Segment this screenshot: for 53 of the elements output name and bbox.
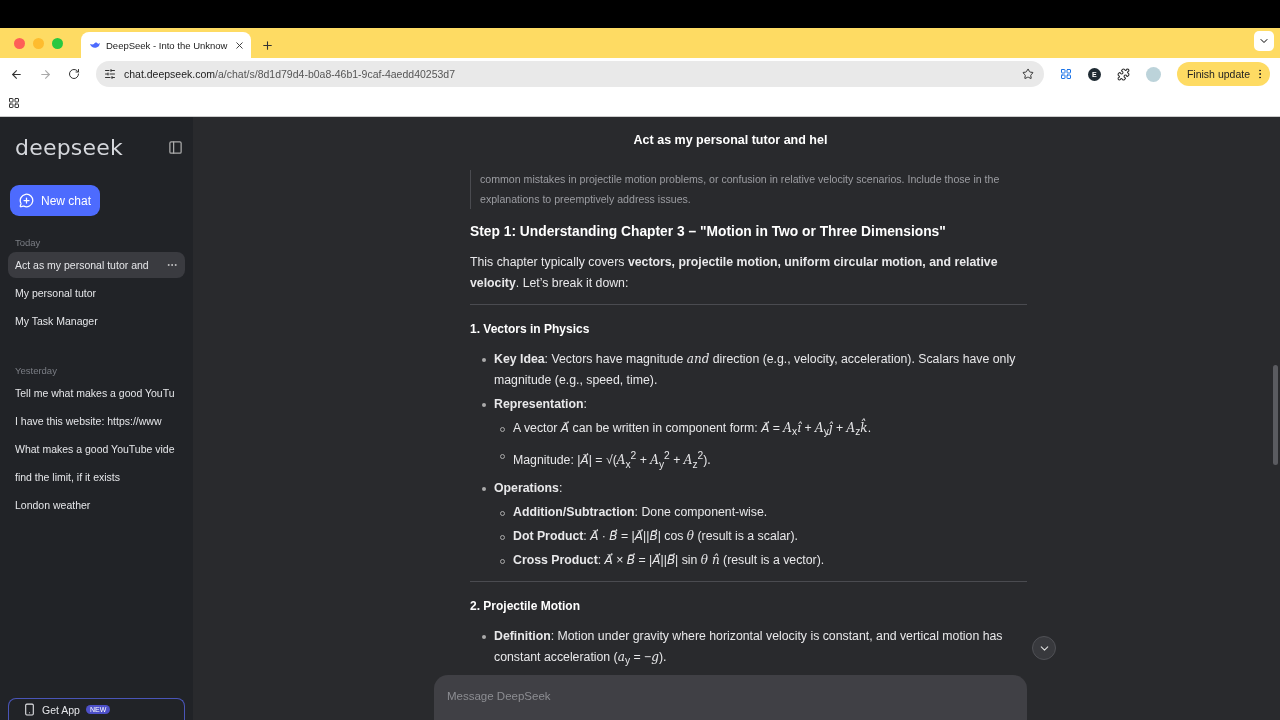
- date-group-label: Today: [14, 237, 42, 248]
- extension-icon[interactable]: [1059, 68, 1072, 80]
- section-heading: 2. Projectile Motion: [470, 598, 581, 615]
- tab-title: DeepSeek - Into the Unknow: [106, 39, 229, 51]
- bullet-icon: [482, 635, 486, 639]
- bullet-icon: [482, 358, 486, 362]
- finish-update-button[interactable]: Finish update: [1176, 62, 1270, 86]
- new-tab-icon[interactable]: [261, 39, 274, 52]
- list-item-text: Addition/Subtraction: Done component-wise.: [513, 504, 769, 521]
- list-item-text: Representation:: [494, 396, 588, 413]
- chat-history-item[interactable]: find the limit, if it exists: [8, 464, 185, 490]
- site-settings-icon[interactable]: [104, 68, 116, 80]
- list-item-text: Definition: Motion under gravity where horizontal velocity is constant, and vertical motion has constant acceleration (a$_{y}$ = −g).: [494, 628, 1004, 669]
- chat-history-item[interactable]: What makes a good YouTube vide: [8, 436, 185, 462]
- section-heading: 1. Vectors in Physics: [470, 321, 591, 338]
- reload-icon[interactable]: [68, 68, 80, 80]
- chat-history-item[interactable]: Act as my personal tutor and: [8, 252, 185, 278]
- list-item-text: Operations:: [494, 480, 564, 497]
- list-item-text: A vector A⃗ can be written in component form: A⃗ = A$_{x}$î + A$_{y}$ĵ + A$_{z}$k̂.: [513, 418, 1027, 443]
- date-group-label: Yesterday: [14, 365, 58, 376]
- back-icon[interactable]: [10, 67, 23, 81]
- browser-tab[interactable]: DeepSeek - Into the Unknow: [81, 32, 251, 58]
- bullet-icon: [482, 487, 486, 491]
- bullet-icon: [482, 403, 486, 407]
- bookmark-star-icon[interactable]: [1021, 68, 1034, 80]
- chat-history-item[interactable]: Tell me what makes a good YouTu: [8, 380, 185, 406]
- step-heading: Step 1: Understanding Chapter 3 – "Motion in Two or Three Dimensions": [470, 223, 947, 241]
- address-bar[interactable]: chat.deepseek.com/a/chat/s/8d1d79d4-b0a8-46b1-9caf-4aedd40253d7: [96, 61, 1044, 87]
- list-item-text: Cross Product: A⃗ × B⃗ = |A⃗||B⃗| sin θ n̂ (result is a vector).: [513, 552, 826, 569]
- extensions-puzzle-icon[interactable]: [1116, 67, 1130, 81]
- chat-history-item[interactable]: London weather: [8, 492, 185, 518]
- phone-icon: [23, 703, 36, 716]
- close-icon[interactable]: [234, 39, 245, 51]
- deepseek-logo: deepseek: [15, 134, 123, 160]
- scroll-down-button[interactable]: [1032, 636, 1056, 660]
- paragraph: This chapter typically covers vectors, projectile motion, uniform circular motion, and relative velocity. Let’s break it down:: [470, 254, 999, 292]
- chat-history-item[interactable]: I have this website: https://www: [8, 408, 185, 434]
- whale-icon: [89, 40, 101, 50]
- list-item-text: Dot Product: A⃗ · B⃗ = |A⃗||B⃗| cos θ (result is a scalar).: [513, 528, 799, 545]
- list-item-text: Magnitude: |A⃗| = √(A$_{x}$$^{2}$ + A$_{y}$$^{2}$ + A$_{z}$$^{2}$).: [513, 449, 712, 472]
- list-item-text: Key Idea: Vectors have magnitude and direction (e.g., velocity, acceleration). Scalars have only magnitude (e.g., speed, time).: [494, 351, 1017, 389]
- url-text: chat.deepseek.com/a/chat/s/8d1d79d4-b0a8-46b1-9caf-4aedd40253d7: [124, 68, 456, 80]
- apps-grid-icon[interactable]: [8, 97, 20, 109]
- new-chat-button[interactable]: New chat: [10, 185, 101, 216]
- chat-title: Act as my personal tutor and hel: [633, 133, 828, 147]
- chat-history-item[interactable]: My personal tutor: [8, 280, 185, 306]
- scrollbar[interactable]: [1273, 365, 1278, 465]
- collapse-sidebar-icon[interactable]: [168, 139, 183, 155]
- chat-history-item[interactable]: My Task Manager: [8, 308, 185, 334]
- prompt-quote: common mistakes in projectile motion problems, or confusion in relative velocity scenarios. Include those in the explanations to preemptively address issues.: [470, 170, 1027, 209]
- tab-search-button[interactable]: [1254, 30, 1274, 51]
- chat-plus-icon: [19, 193, 34, 208]
- message-field[interactable]: Message DeepSeek: [445, 689, 745, 703]
